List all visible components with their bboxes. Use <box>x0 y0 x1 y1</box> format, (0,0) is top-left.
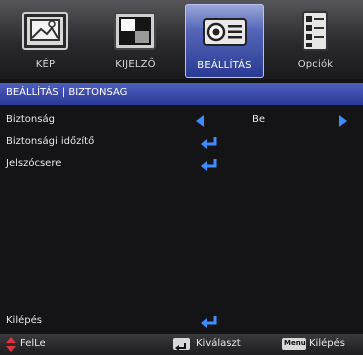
menu-row-jelszocsere[interactable]: Jelszócsere <box>0 155 363 175</box>
picture-icon <box>22 10 68 52</box>
updown-hint: FelLe <box>20 338 46 349</box>
enter-icon[interactable] <box>200 158 220 172</box>
enter-icon[interactable] <box>200 315 220 329</box>
enter-key-icon <box>173 338 190 351</box>
footer-bar: FelLe Kiválaszt Menu Kilépés <box>0 334 363 355</box>
menu-row-biztonsag[interactable]: Biztonság Be <box>0 111 363 131</box>
arrow-right-icon[interactable] <box>339 115 347 127</box>
tab-beallitas[interactable]: BEÁLLÍTÁS <box>185 4 264 78</box>
tab-kep[interactable]: KÉP <box>6 4 85 78</box>
menu-key-icon: Menu <box>282 338 306 350</box>
tab-opciok[interactable]: Opciók <box>276 4 355 78</box>
breadcrumb-header: BEÁLLÍTÁS | BIZTONSAG <box>0 83 363 105</box>
tab-kijelzo[interactable]: KIJELZŐ <box>96 4 175 78</box>
enter-hint: Kiválaszt <box>196 338 241 349</box>
tab-bar: KÉP KIJELZŐ BEÁLLÍTÁS Opciók <box>0 0 363 79</box>
arrow-left-icon[interactable] <box>196 115 204 127</box>
tab-label: BEÁLLÍTÁS <box>197 60 252 71</box>
tab-label: Opciók <box>297 59 334 70</box>
menu-key-label: Menu <box>284 339 306 347</box>
exit-hint: Kilépés <box>309 338 345 349</box>
row-label: Biztonsági időzítő <box>6 136 95 147</box>
options-list-icon <box>292 10 338 52</box>
row-label: Biztonság <box>6 114 55 125</box>
tab-label: KIJELZŐ <box>115 59 156 70</box>
enter-icon[interactable] <box>200 136 220 150</box>
projector-icon <box>202 11 248 53</box>
menu-row-kilepes[interactable]: Kilépés <box>0 312 363 332</box>
display-icon <box>112 10 158 52</box>
row-label: Jelszócsere <box>6 158 62 169</box>
breadcrumb: BEÁLLÍTÁS | BIZTONSAG <box>6 87 128 98</box>
menu-row-biztonsagi-idozito[interactable]: Biztonsági időzítő <box>0 133 363 153</box>
updown-arrows-icon <box>6 337 16 352</box>
row-label: Kilépés <box>6 315 42 326</box>
osd-menu: KÉP KIJELZŐ BEÁLLÍTÁS Opciók BEÁLLÍTÁS |… <box>0 0 363 355</box>
row-value: Be <box>252 114 266 125</box>
tab-label: KÉP <box>35 59 56 70</box>
